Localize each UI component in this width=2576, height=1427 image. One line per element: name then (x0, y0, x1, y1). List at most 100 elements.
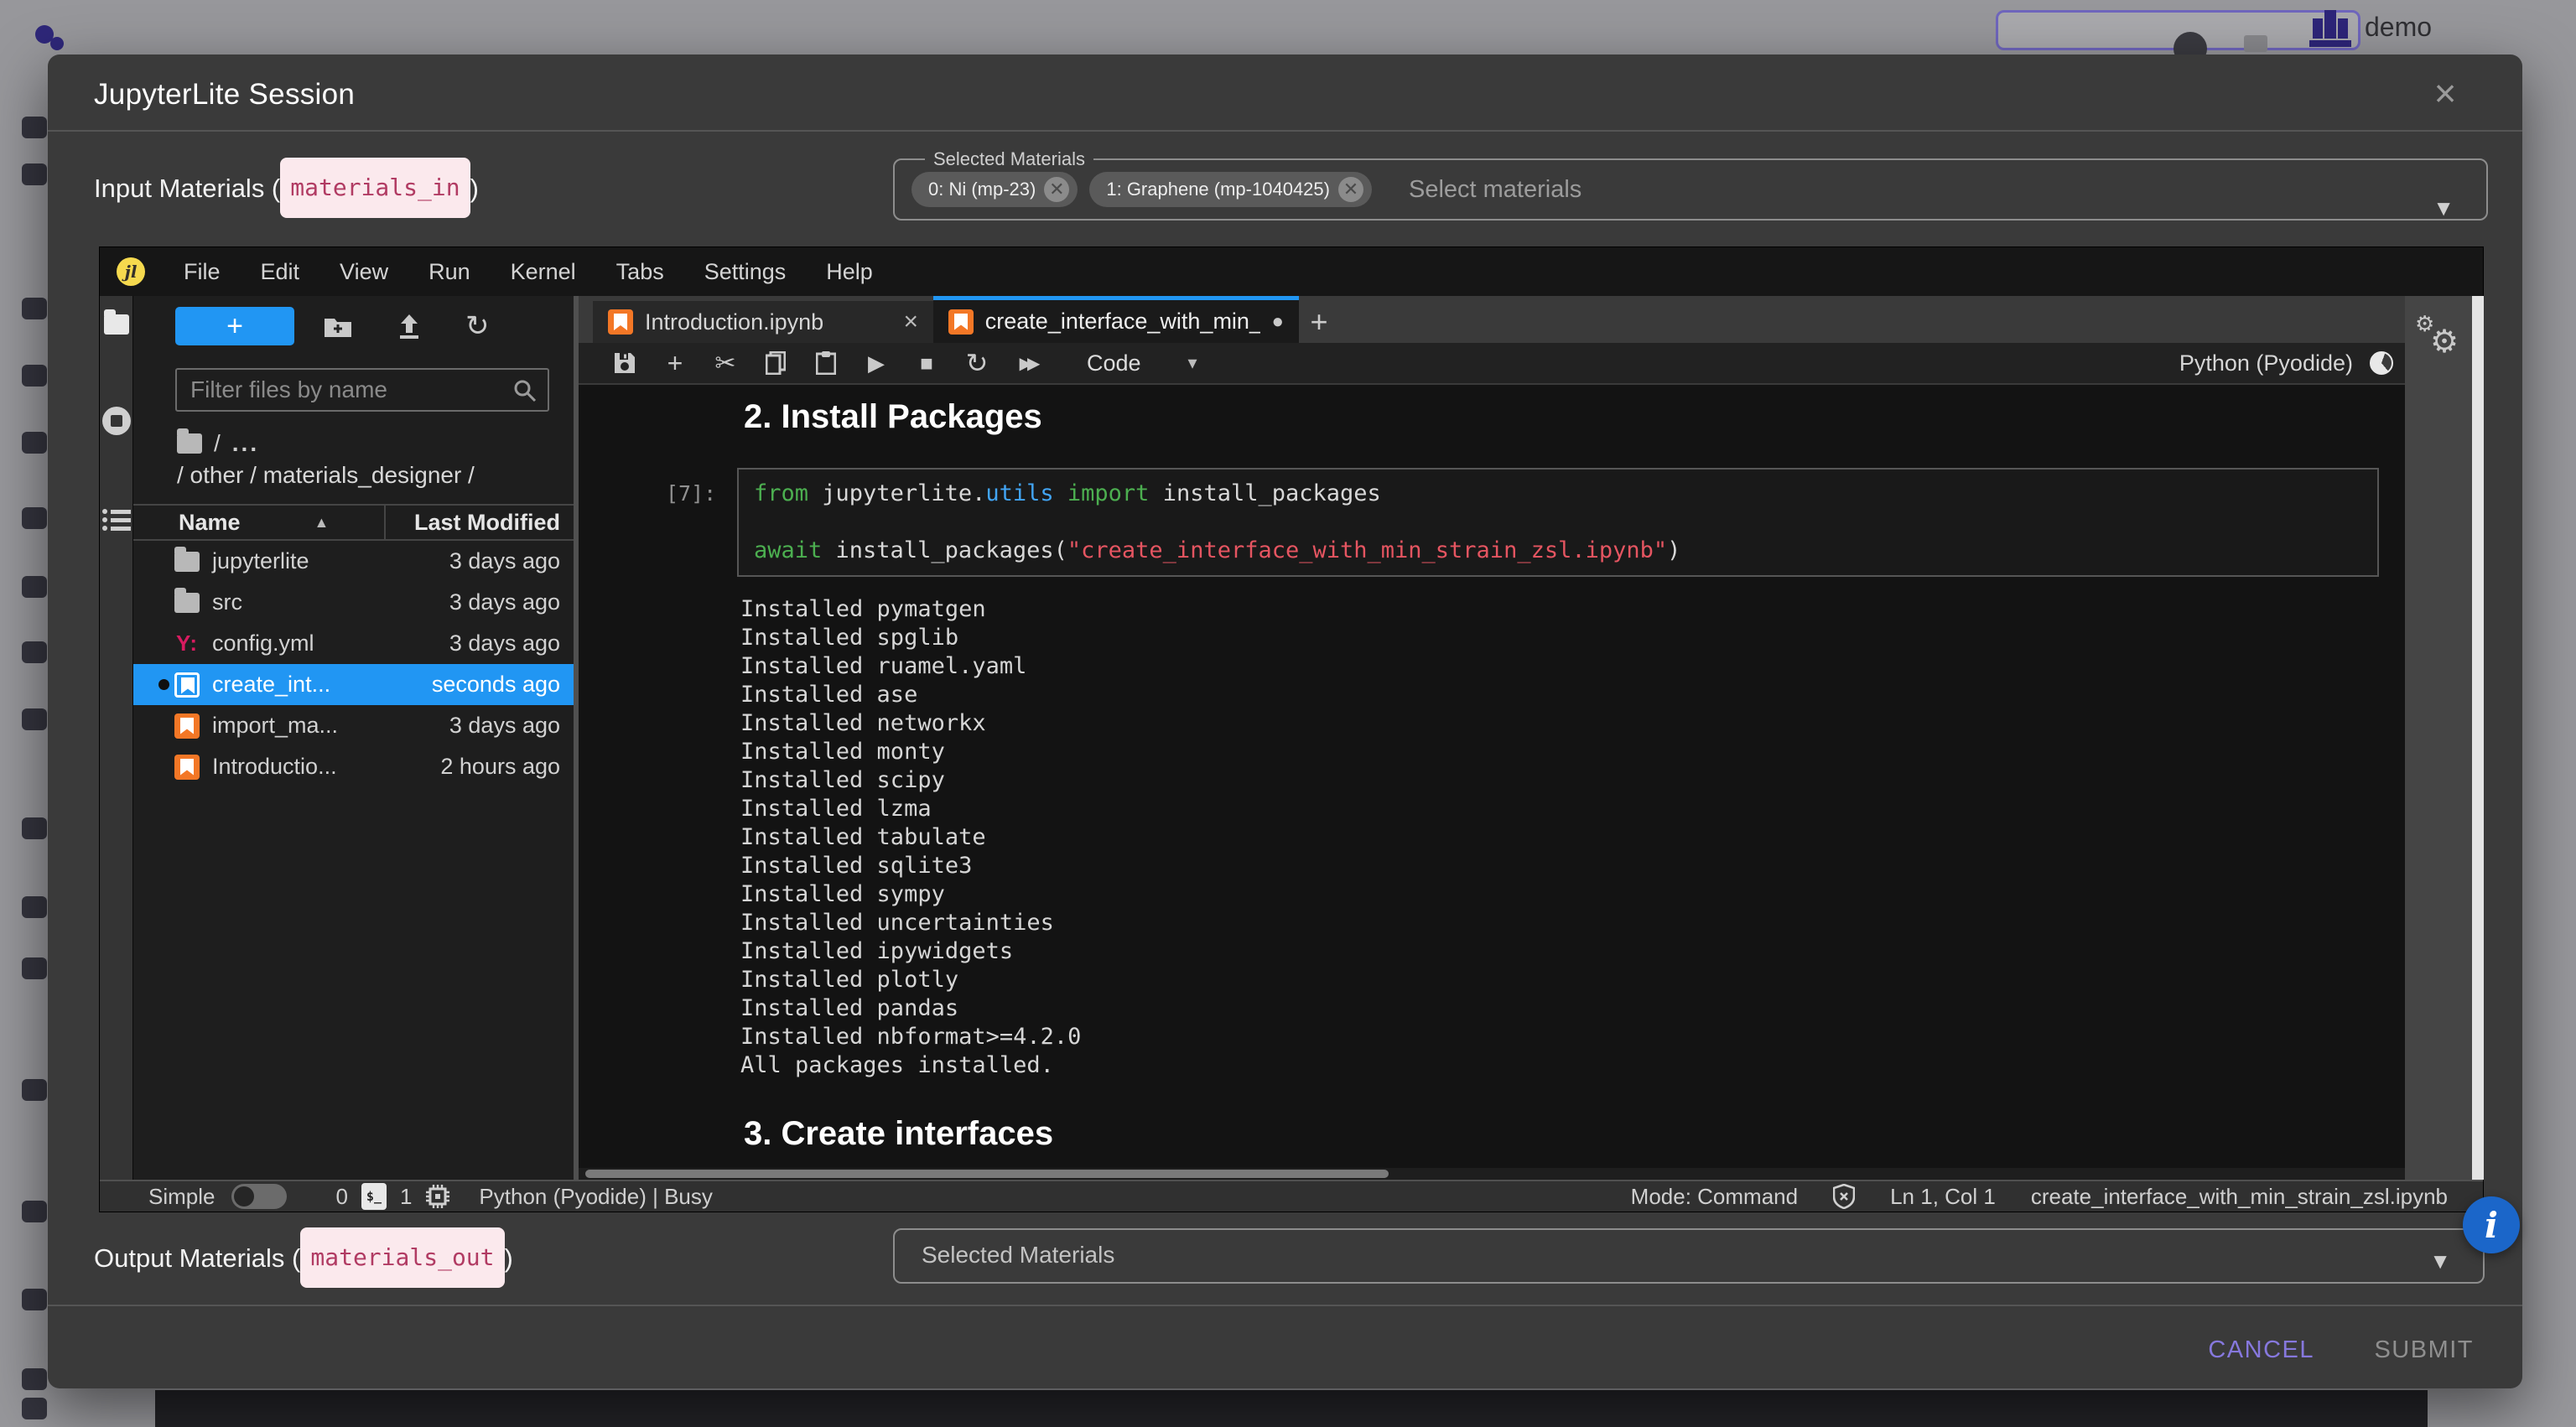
active-filename[interactable]: create_interface_with_min_strain_zsl.ipy… (2031, 1184, 2448, 1210)
material-chips: 0: Ni (mp-23)✕1: Graphene (mp-1040425)✕S… (911, 172, 2470, 207)
menu-item-view[interactable]: View (319, 259, 408, 285)
kernel-name[interactable]: Python (Pyodide) (2179, 350, 2353, 376)
cell-type-caret-icon[interactable]: ▾ (1188, 352, 1197, 374)
terminals-count[interactable]: 0 (335, 1184, 347, 1210)
restart-kernel-icon[interactable]: ↻ (963, 347, 991, 379)
file-row-config-yml[interactable]: Y:config.yml3 days ago (133, 623, 574, 664)
insert-cell-icon[interactable]: + (661, 348, 689, 379)
table-of-contents-icon[interactable] (102, 507, 131, 532)
command-mode-indicator[interactable]: Mode: Command (1631, 1184, 1798, 1210)
new-folder-icon[interactable] (323, 314, 353, 339)
kernels-count[interactable]: 1 (400, 1184, 412, 1210)
file-name: Introductio... (212, 754, 337, 780)
material-chip[interactable]: 0: Ni (mp-23) ✕ (911, 172, 1078, 207)
breadcrumb-ellipsis[interactable]: ... (232, 430, 259, 457)
running-kernel-dot (158, 679, 169, 690)
menu-item-tabs[interactable]: Tabs (596, 259, 684, 285)
background-sidebar-icon (22, 298, 47, 319)
menu-item-edit[interactable]: Edit (241, 259, 320, 285)
vertical-scrollbar[interactable] (2472, 296, 2484, 1180)
kernel-status-text[interactable]: Python (Pyodide) | Busy (479, 1184, 712, 1210)
run-cell-icon[interactable]: ▶ (862, 350, 891, 376)
horizontal-scrollbar[interactable] (579, 1168, 2405, 1180)
property-inspector-icon[interactable]: ⚙⚙ (2415, 316, 2462, 363)
jupyterlab-frame: jl FileEditViewRunKernelTabsSettingsHelp… (99, 246, 2484, 1212)
file-modified: seconds ago (432, 672, 560, 698)
menu-item-file[interactable]: File (164, 259, 241, 285)
cancel-button[interactable]: CANCEL (2193, 1325, 2329, 1376)
notebook-content[interactable]: 2. Install Packages [7]: from jupyterlit… (579, 385, 2405, 1168)
unsaved-changes-dot[interactable]: ● (1272, 310, 1285, 334)
home-folder-icon[interactable] (177, 433, 202, 454)
notebook-file-icon (948, 309, 974, 335)
right-sidebar: ⚙⚙ (2405, 296, 2472, 1180)
refresh-icon[interactable]: ↻ (465, 309, 490, 343)
background-sidebar-icon (22, 817, 47, 839)
background-sidebar-icon (22, 163, 47, 185)
running-kernels-icon[interactable] (102, 407, 131, 435)
file-row-introductio-[interactable]: Introductio... 2 hours ago (133, 746, 574, 787)
tab-label: Introduction.ipynb (645, 309, 823, 335)
stop-kernel-icon[interactable]: ■ (912, 350, 941, 376)
breadcrumb-path[interactable]: / other / materials_designer / (177, 462, 574, 489)
material-chip[interactable]: 1: Graphene (mp-1040425) ✕ (1089, 172, 1372, 207)
background-sidebar-icon (22, 1398, 47, 1419)
run-all-icon[interactable]: ▶▶ (1013, 353, 1041, 374)
copy-cells-icon[interactable] (761, 351, 790, 375)
chip-delete-icon[interactable]: ✕ (1338, 177, 1363, 202)
file-browser-icon[interactable] (104, 314, 129, 335)
chevron-down-icon[interactable]: ▼ (2433, 195, 2454, 221)
background-sidebar-icon (22, 507, 47, 529)
trust-shield-icon[interactable] (1833, 1184, 1855, 1209)
close-icon[interactable]: × (2423, 71, 2467, 115)
new-launcher-button[interactable]: + (175, 307, 294, 345)
cell-type-select[interactable]: Code (1087, 350, 1141, 376)
folder-icon (174, 552, 200, 572)
material-chip-label: 1: Graphene (mp-1040425) (1106, 179, 1330, 200)
column-last-modified[interactable]: Last Modified (414, 510, 560, 536)
chip-delete-icon[interactable]: ✕ (1044, 177, 1069, 202)
cut-cells-icon[interactable]: ✂ (711, 349, 740, 378)
paste-cells-icon[interactable] (812, 351, 840, 375)
yaml-file-icon: Y: (176, 630, 198, 656)
info-button[interactable]: i (2463, 1196, 2520, 1253)
file-row-create-int-[interactable]: create_int...seconds ago (133, 664, 574, 705)
folder-icon (174, 593, 200, 613)
menu-item-run[interactable]: Run (408, 259, 491, 285)
background-sidebar-icon (22, 1079, 47, 1101)
selected-materials-select[interactable]: Selected Materials 0: Ni (mp-23)✕1: Grap… (893, 148, 2488, 221)
cell-editor[interactable]: from jupyterlite.utils import install_pa… (737, 468, 2379, 577)
cursor-position[interactable]: Ln 1, Col 1 (1890, 1184, 1996, 1210)
menu-item-settings[interactable]: Settings (684, 259, 807, 285)
file-row-src[interactable]: src3 days ago (133, 582, 574, 623)
tab-introduction-ipynb[interactable]: Introduction.ipynb × (593, 301, 933, 343)
save-icon[interactable] (610, 352, 639, 374)
background-sidebar-icon (22, 1201, 47, 1222)
tab-create-interface-with-min-[interactable]: create_interface_with_min_● (933, 296, 1299, 343)
file-row-import-ma-[interactable]: import_ma...3 days ago (133, 705, 574, 746)
cell-outputs: Installed pymatgen Installed spglib Inst… (740, 595, 2405, 1080)
upload-icon[interactable] (397, 313, 422, 340)
tab-close-icon[interactable]: × (903, 308, 918, 336)
horizontal-scrollbar-thumb[interactable] (585, 1170, 1389, 1178)
breadcrumb-root[interactable]: / (214, 430, 221, 457)
kernel-busy-indicator[interactable] (2370, 351, 2393, 375)
notebook-file-icon (174, 755, 200, 780)
simple-mode-toggle[interactable] (231, 1184, 287, 1209)
user-avatar (2308, 7, 2353, 49)
chevron-down-icon[interactable]: ▼ (2429, 1248, 2451, 1274)
background-sidebar-icon (22, 1368, 47, 1390)
filter-files-input[interactable] (177, 370, 548, 410)
submit-button[interactable]: SUBMIT (2359, 1325, 2489, 1376)
menu-item-help[interactable]: Help (806, 259, 893, 285)
code-cell[interactable]: [7]: from jupyterlite.utils import insta… (579, 468, 2405, 577)
file-modified: 2 hours ago (440, 754, 560, 780)
sort-ascending-icon[interactable]: ▲ (314, 514, 330, 532)
output-materials-select[interactable]: Selected Materials ▼ (893, 1228, 2485, 1284)
new-tab-button[interactable]: + (1299, 301, 1339, 343)
material-chip-label: 0: Ni (mp-23) (928, 179, 1036, 200)
file-row-jupyterlite[interactable]: jupyterlite3 days ago (133, 541, 574, 582)
menu-item-kernel[interactable]: Kernel (491, 259, 596, 285)
simple-mode-label: Simple (148, 1184, 215, 1210)
column-name[interactable]: Name (179, 510, 241, 536)
